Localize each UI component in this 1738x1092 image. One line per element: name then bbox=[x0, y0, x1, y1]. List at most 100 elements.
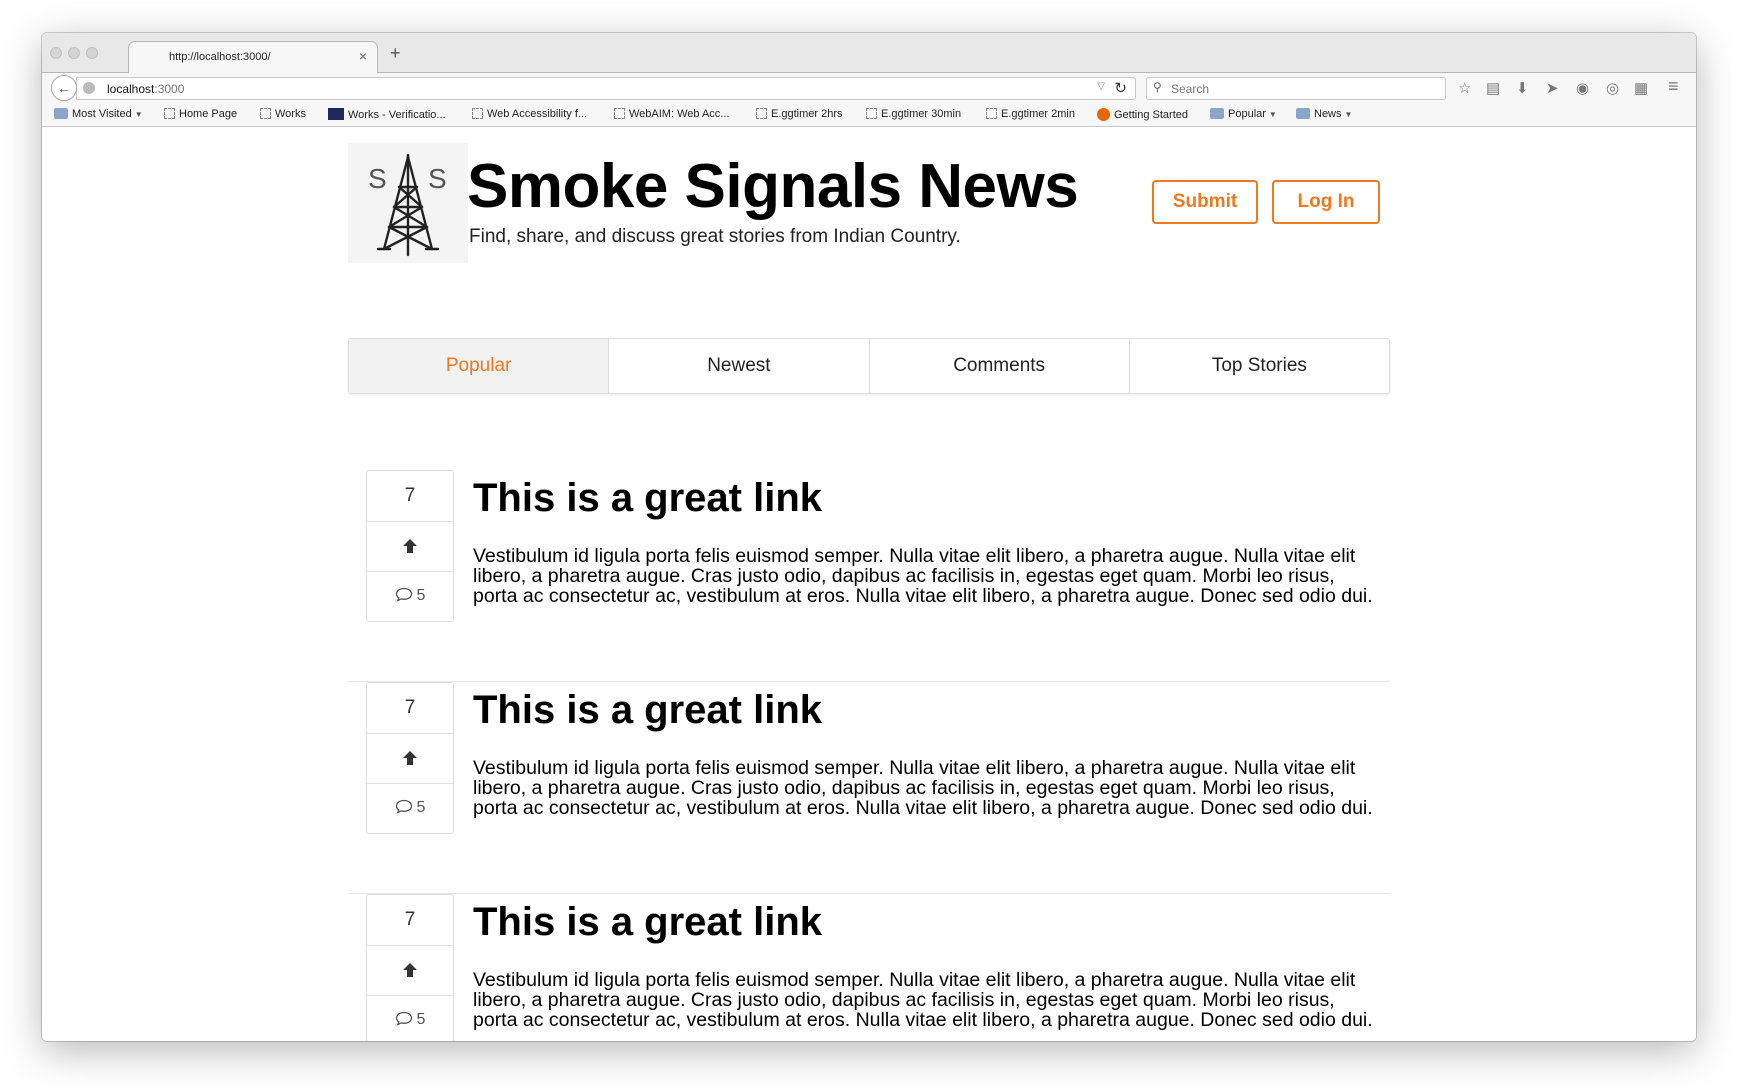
url-history-dropdown-icon[interactable]: ▽ bbox=[1097, 81, 1105, 92]
vote-box: 7 5 bbox=[366, 682, 454, 834]
navigation-toolbar: localhost:3000 ▽ ↻ ← ⚲ Search ☆ ▤ ⬇ ➤ ◉ … bbox=[42, 73, 1696, 103]
login-button[interactable]: Log In bbox=[1272, 180, 1380, 224]
bookmark-most-visited[interactable]: Most Visited ▼ bbox=[54, 108, 143, 120]
bookmark-eggtimer-2min[interactable]: E.ggtimer 2min bbox=[986, 108, 1075, 120]
comment-bubble-icon bbox=[395, 1011, 412, 1026]
back-arrow-icon: ← bbox=[57, 80, 71, 96]
site-logo-icon bbox=[328, 108, 344, 120]
chevron-down-icon: ▼ bbox=[1344, 110, 1353, 119]
page-icon bbox=[472, 108, 483, 119]
folder-icon bbox=[1296, 108, 1310, 119]
bookmark-webaim[interactable]: WebAIM: Web Acc... bbox=[614, 108, 729, 120]
tab-newest[interactable]: Newest bbox=[609, 339, 870, 393]
story-body: Vestibulum id ligula porta felis euismod… bbox=[473, 969, 1373, 1031]
search-placeholder: Search bbox=[1171, 82, 1210, 96]
bookmark-works-verification[interactable]: Works - Verificatio... bbox=[328, 108, 446, 121]
story-body: Vestibulum id ligula porta felis euismod… bbox=[473, 545, 1373, 607]
bookmark-eggtimer-2hrs[interactable]: E.ggtimer 2hrs bbox=[756, 108, 843, 120]
arrow-up-icon bbox=[403, 962, 417, 977]
bookmark-popular[interactable]: Popular ▼ bbox=[1210, 108, 1277, 120]
comment-count: 5 bbox=[416, 1011, 426, 1028]
comments-link[interactable]: 5 bbox=[367, 783, 453, 833]
back-button[interactable]: ← bbox=[51, 75, 77, 101]
page-icon bbox=[986, 108, 997, 119]
chevron-down-icon: ▼ bbox=[1268, 110, 1277, 119]
chevron-down-icon: ▼ bbox=[134, 110, 143, 119]
upvote-button[interactable] bbox=[367, 521, 453, 572]
story-tabs: Popular Newest Comments Top Stories bbox=[348, 338, 1390, 394]
bookmark-works[interactable]: Works bbox=[260, 108, 306, 120]
bookmarks-toolbar: Most Visited ▼ Home Page Works Works - Ve… bbox=[42, 103, 1696, 127]
comment-count: 5 bbox=[416, 799, 426, 816]
page-icon bbox=[756, 108, 767, 119]
upvote-button[interactable] bbox=[367, 945, 453, 996]
page-icon bbox=[866, 108, 877, 119]
tab-comments[interactable]: Comments bbox=[870, 339, 1130, 393]
tab-close-icon[interactable]: × bbox=[359, 48, 367, 64]
vote-count: 7 bbox=[367, 683, 453, 734]
bookmark-getting-started[interactable]: Getting Started bbox=[1097, 108, 1188, 121]
comments-link[interactable]: 5 bbox=[367, 571, 453, 621]
folder-icon bbox=[1210, 108, 1224, 119]
folder-icon bbox=[54, 108, 68, 119]
story-title[interactable]: This is a great link bbox=[473, 476, 822, 521]
extensions-icon[interactable]: ▦ bbox=[1634, 79, 1648, 97]
url-bar[interactable]: localhost:3000 ▽ ↻ bbox=[76, 77, 1136, 100]
bookmark-web-accessibility[interactable]: Web Accessibility f... bbox=[472, 108, 587, 120]
account-icon[interactable]: ◎ bbox=[1606, 79, 1619, 97]
chat-icon[interactable]: ◉ bbox=[1576, 79, 1589, 97]
vote-box: 7 5 bbox=[366, 470, 454, 622]
browser-window: http://localhost:3000/ × + localhost:300… bbox=[42, 33, 1696, 1041]
menu-icon[interactable]: ≡ bbox=[1668, 76, 1679, 97]
story-body: Vestibulum id ligula porta felis euismod… bbox=[473, 757, 1373, 819]
zoom-window-button[interactable] bbox=[86, 47, 98, 59]
search-bar[interactable]: ⚲ Search bbox=[1146, 77, 1446, 100]
bookmark-eggtimer-30min[interactable]: E.ggtimer 30min bbox=[866, 108, 961, 120]
story-item: 7 5 This is a great link Vestibulum id l… bbox=[348, 894, 1390, 1041]
comment-bubble-icon bbox=[395, 799, 412, 814]
comments-link[interactable]: 5 bbox=[367, 995, 453, 1041]
vote-count: 7 bbox=[367, 895, 453, 946]
send-icon[interactable]: ➤ bbox=[1546, 79, 1559, 97]
tab-strip: http://localhost:3000/ × + bbox=[42, 33, 1696, 74]
vote-box: 7 5 bbox=[366, 894, 454, 1041]
search-icon: ⚲ bbox=[1153, 80, 1162, 94]
story-item: 7 5 This is a great link Vestibulum id l… bbox=[348, 470, 1390, 682]
bookmark-home-page[interactable]: Home Page bbox=[164, 108, 237, 120]
downloads-icon[interactable]: ⬇ bbox=[1516, 79, 1529, 97]
upvote-button[interactable] bbox=[367, 733, 453, 784]
vote-count: 7 bbox=[367, 471, 453, 522]
svg-text:S: S bbox=[428, 163, 447, 194]
url-text: localhost:3000 bbox=[107, 82, 185, 96]
reading-list-icon[interactable]: ▤ bbox=[1486, 79, 1500, 97]
story-title[interactable]: This is a great link bbox=[473, 688, 822, 733]
reload-icon[interactable]: ↻ bbox=[1114, 79, 1127, 97]
arrow-up-icon bbox=[403, 538, 417, 553]
tower-icon: S S bbox=[368, 153, 447, 257]
comment-bubble-icon bbox=[395, 587, 412, 602]
minimize-window-button[interactable] bbox=[68, 47, 80, 59]
tab-title: http://localhost:3000/ bbox=[169, 51, 271, 63]
site-title[interactable]: Smoke Signals News bbox=[467, 151, 1079, 222]
browser-tab[interactable]: http://localhost:3000/ × bbox=[128, 41, 378, 74]
story-item: 7 5 This is a great link Vestibulum id l… bbox=[348, 682, 1390, 894]
page-icon bbox=[614, 108, 625, 119]
arrow-up-icon bbox=[403, 750, 417, 765]
page-icon bbox=[164, 108, 175, 119]
close-window-button[interactable] bbox=[50, 47, 62, 59]
site-tagline: Find, share, and discuss great stories f… bbox=[469, 226, 961, 247]
submit-button[interactable]: Submit bbox=[1152, 180, 1258, 224]
svg-text:S: S bbox=[368, 163, 387, 194]
bookmark-star-icon[interactable]: ☆ bbox=[1458, 79, 1471, 97]
page-icon bbox=[260, 108, 271, 119]
story-title[interactable]: This is a great link bbox=[473, 900, 822, 945]
bookmark-news[interactable]: News ▼ bbox=[1296, 108, 1352, 120]
tab-popular[interactable]: Popular bbox=[349, 339, 610, 393]
comment-count: 5 bbox=[416, 587, 426, 604]
site-logo[interactable]: S S bbox=[348, 143, 468, 263]
site-identity-icon[interactable] bbox=[83, 82, 95, 94]
new-tab-button[interactable]: + bbox=[390, 43, 401, 64]
tab-top-stories[interactable]: Top Stories bbox=[1130, 339, 1389, 393]
firefox-icon bbox=[1097, 108, 1110, 121]
page-content: S S Smoke Signals News Find, share, and … bbox=[42, 127, 1696, 1041]
